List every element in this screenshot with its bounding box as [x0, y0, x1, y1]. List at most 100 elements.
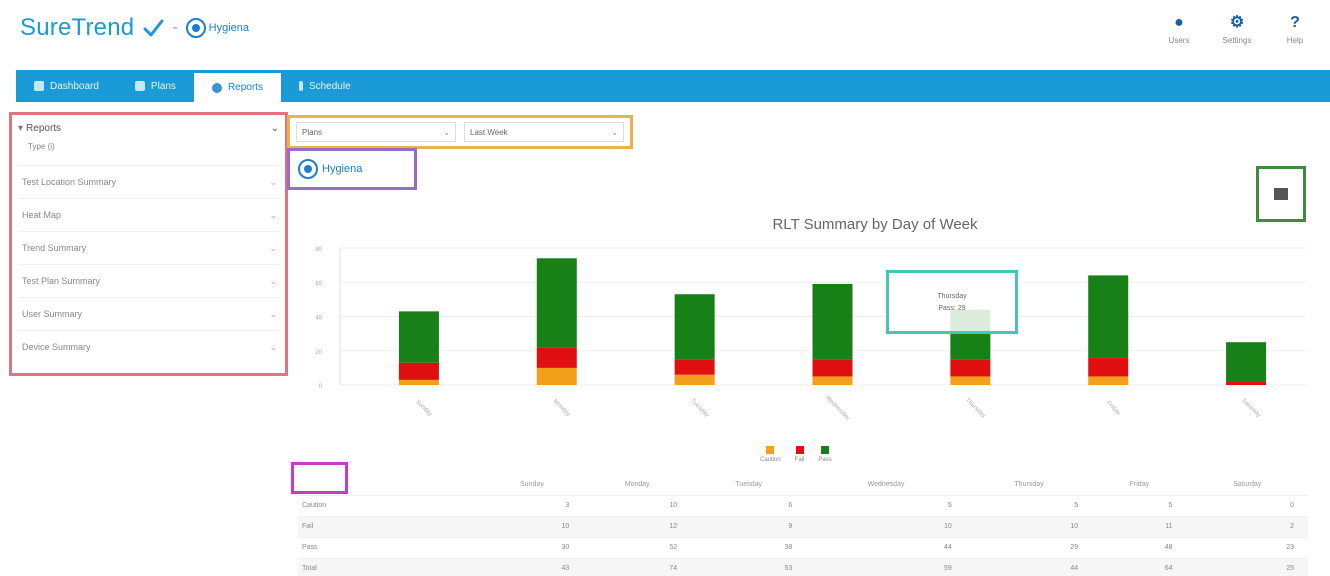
app-header: SureTrend - Hygiena ● Users ⚙ Settings ?…	[0, 0, 1330, 68]
plan-select-value: Plans	[302, 127, 323, 137]
legend-fail[interactable]: Fail	[794, 446, 805, 463]
table-cell: 10	[583, 494, 692, 516]
brand-separator: -	[172, 19, 178, 36]
table-header-cell[interactable]: Sunday	[480, 475, 583, 495]
sidebar-item-label: Test Plan Summary	[22, 276, 101, 286]
sidebar-item-label: Trend Summary	[22, 243, 87, 253]
table-cell: Pass	[298, 536, 481, 558]
sidebar-title: Reports	[26, 123, 62, 134]
table-cell: 44	[965, 557, 1093, 576]
x-tick-label: Saturday	[1240, 398, 1261, 419]
sidebar-item-trend-summary[interactable]: Trend Summary ⌄	[18, 231, 279, 264]
bar-segment[interactable]	[1088, 275, 1129, 358]
chart-tooltip: Thursday Pass: 29	[886, 270, 1018, 334]
settings-icon: ⚙	[1229, 14, 1245, 31]
table-cell: 53	[691, 557, 807, 576]
chart-menu-icon[interactable]	[1274, 188, 1288, 200]
table-header-cell[interactable]: Monday	[583, 475, 691, 495]
brand-logo[interactable]: SureTrend - Hygiena	[20, 14, 249, 42]
legend-swatch	[766, 446, 775, 454]
bar-segment[interactable]	[1088, 357, 1129, 377]
brand-name: SureTrend	[20, 14, 135, 41]
bar-segment[interactable]	[536, 258, 577, 348]
table-header-cell[interactable]	[298, 475, 480, 495]
tab-plans[interactable]: Plans	[117, 70, 194, 102]
table-cell: 44	[806, 536, 966, 558]
y-tick-label: 20	[315, 350, 322, 356]
bar-segment[interactable]	[950, 359, 991, 377]
schedule-icon	[298, 81, 303, 91]
table-header-cell[interactable]: Wednesday	[806, 475, 966, 495]
sidebar-header[interactable]: ▾ Reports ⌄	[18, 123, 279, 134]
legend-pass[interactable]: Pass	[818, 446, 832, 463]
bar-segment[interactable]	[812, 376, 853, 385]
summary-table: Sunday Monday Tuesday Wednesday Thursday Frid…	[298, 475, 1308, 576]
sidebar-item-label: Heat Map	[22, 210, 62, 220]
x-tick-label: Friday	[1105, 400, 1121, 416]
chevron-icon: ⌄	[269, 176, 277, 187]
sidebar-item-user-summary[interactable]: User Summary ⌄	[18, 297, 279, 330]
partner-logo: Hygiena	[185, 18, 249, 38]
settings-label: Settings	[1222, 36, 1252, 45]
table-header-cell[interactable]: Saturday	[1187, 475, 1308, 495]
bar-segment[interactable]	[536, 367, 577, 385]
table-header-cell[interactable]: Thursday	[966, 475, 1092, 495]
bar-segment[interactable]	[812, 359, 853, 377]
help-button[interactable]: ? Help	[1278, 14, 1312, 45]
table-cell: 48	[1092, 536, 1187, 558]
chart-svg: 0 20 40 60 80 Sunday Monday Tuesday Wednesday Thu…	[315, 247, 1305, 422]
sidebar-item-device-summary[interactable]: Device Summary ⌄	[18, 330, 279, 363]
y-tick-label: 60	[315, 281, 322, 287]
table-header-cell[interactable]: Friday	[1092, 475, 1186, 495]
bar-segment[interactable]	[1226, 342, 1267, 382]
bar-segment[interactable]	[674, 374, 715, 385]
sidebar-item-test-plan-summary[interactable]: Test Plan Summary ⌄	[18, 264, 279, 297]
tab-reports[interactable]: Reports	[193, 70, 281, 102]
legend-swatch	[821, 446, 830, 454]
table-cell: 59	[806, 557, 966, 576]
table-cell: 64	[1092, 557, 1187, 576]
legend-caution[interactable]: Caution	[760, 446, 781, 463]
bar-segment[interactable]	[1088, 376, 1129, 385]
x-tick-label: Tuesday	[689, 398, 709, 418]
bar-segment[interactable]	[398, 379, 439, 385]
table-cell: 12	[583, 515, 692, 537]
table-cell: 43	[480, 557, 584, 576]
bar-segment[interactable]	[950, 376, 991, 385]
table-cell: 10	[480, 515, 584, 537]
bar-segment[interactable]	[1226, 381, 1267, 385]
tooltip-line1: Thursday	[937, 293, 967, 300]
legend-label: Fail	[794, 457, 805, 463]
bar-segment[interactable]	[674, 359, 715, 375]
home-icon	[34, 81, 44, 91]
bar-segment[interactable]	[398, 362, 439, 380]
main-nav: Dashboard Plans Reports Schedule	[16, 70, 1330, 102]
chevron-icon: ⌄	[269, 275, 277, 286]
users-button[interactable]: ● Users	[1162, 14, 1196, 45]
sidebar-item-heat-map[interactable]: Heat Map ⌄	[18, 198, 279, 231]
table-row: Total 43 74 53 59 44 64 25	[298, 557, 1308, 576]
tab-schedule[interactable]: Schedule	[281, 70, 369, 102]
settings-button[interactable]: ⚙ Settings	[1220, 14, 1254, 45]
sidebar-item-test-location-summary[interactable]: Test Location Summary ⌄	[18, 165, 279, 198]
plan-select[interactable]: Plans ⌄	[296, 122, 456, 142]
x-tick-label: Sunday	[414, 399, 433, 418]
table-header-cell[interactable]: Tuesday	[691, 475, 806, 495]
period-select[interactable]: Last Week ⌄	[464, 122, 624, 142]
table-body: Caution 3 10 6 5 5 5 0 Fail 10 12 9 10 10 11 2 Pass 30 52 3…	[298, 494, 1308, 576]
check-icon	[143, 19, 164, 37]
tab-reports-label: Reports	[227, 82, 263, 93]
collapse-icon: ▾	[18, 123, 24, 134]
table-cell: 5	[806, 494, 966, 516]
bar-segment[interactable]	[674, 294, 715, 360]
bar-segment[interactable]	[536, 347, 577, 368]
chevron-down-icon: ⌄	[443, 127, 450, 137]
bar-segment[interactable]	[398, 311, 439, 363]
bar-segment[interactable]	[812, 283, 853, 360]
user-icon: ●	[1174, 14, 1184, 31]
header-actions: ● Users ⚙ Settings ? Help	[1162, 14, 1312, 45]
sidebar-item-label: Test Location Summary	[22, 177, 117, 187]
table-cell: 0	[1186, 494, 1308, 516]
y-tick-label: 80	[315, 247, 322, 253]
tab-dashboard[interactable]: Dashboard	[16, 70, 117, 102]
